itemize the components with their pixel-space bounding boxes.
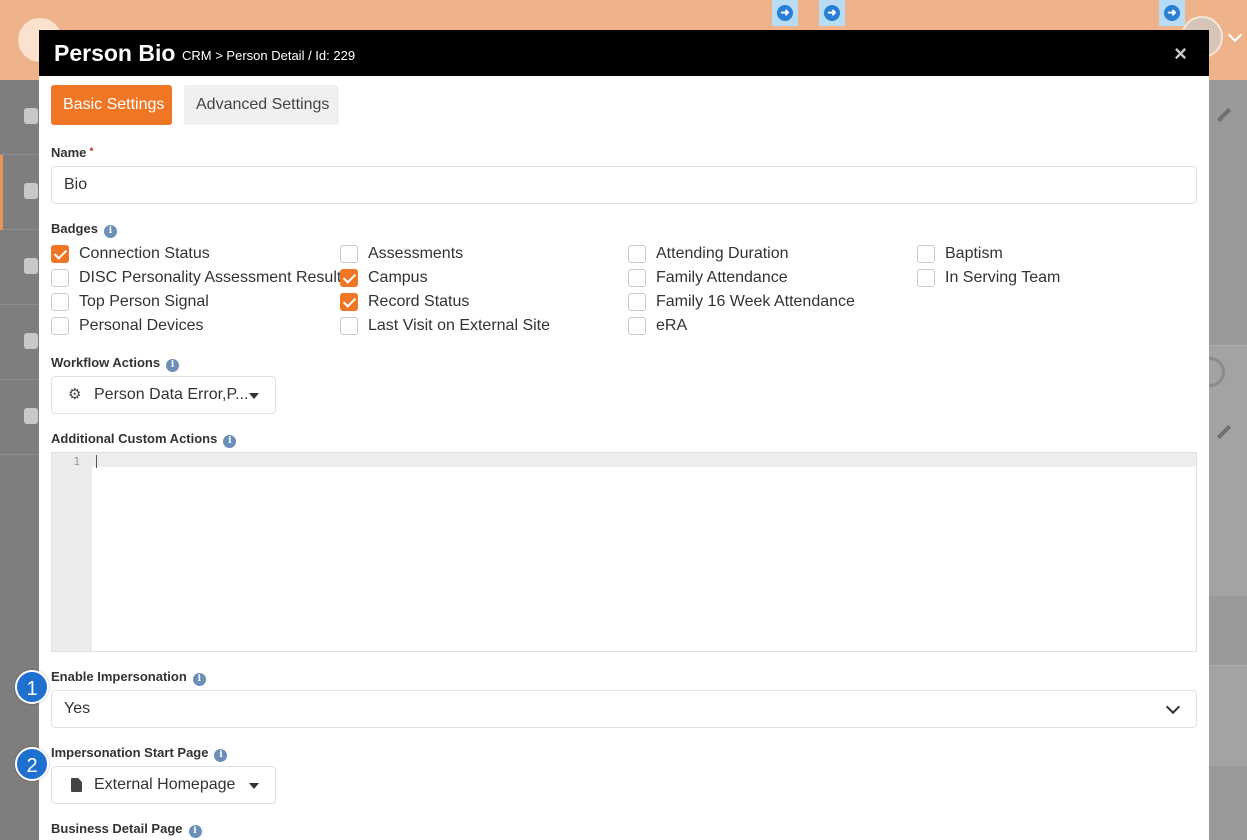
checkbox-label: Last Visit on External Site	[368, 317, 551, 334]
checkbox-label: eRA	[656, 317, 688, 334]
custom-actions-label: Additional Custom Actions i	[51, 431, 237, 448]
info-icon[interactable]: i	[192, 673, 206, 686]
checkbox-icon[interactable]	[917, 245, 935, 263]
name-input[interactable]: Bio	[51, 166, 1197, 204]
modal-header: Person Bio CRM > Person Detail / Id: 229…	[39, 30, 1209, 76]
checkbox-label: Family Attendance	[656, 269, 788, 286]
checkbox-icon[interactable]	[628, 245, 646, 263]
file-icon	[71, 778, 82, 792]
active-line-highlight	[92, 453, 1196, 467]
callout-badge-2: 2	[15, 747, 49, 781]
checkbox-icon[interactable]	[628, 293, 646, 311]
chevron-down-icon	[1165, 699, 1181, 715]
checkbox-icon[interactable]	[51, 317, 69, 335]
enable-impersonation-label: Enable Impersonation i	[51, 669, 206, 686]
code-editor[interactable]: 1	[51, 452, 1197, 652]
checkbox-label: DISC Personality Assessment Result	[79, 269, 342, 286]
checkbox-label: Connection Status	[79, 245, 210, 262]
checkbox-label: Attending Duration	[656, 245, 789, 262]
checkbox-icon[interactable]	[51, 269, 69, 287]
impersonation-start-page-label-text: Impersonation Start Page	[51, 745, 209, 760]
navigate-arrow-icon[interactable]: ➜	[1159, 0, 1185, 26]
badges-label: Badges i	[51, 221, 117, 238]
checkbox-icon[interactable]	[340, 269, 358, 287]
enable-impersonation-select[interactable]: Yes	[51, 690, 1197, 728]
checkbox-icon[interactable]	[628, 269, 646, 287]
info-icon[interactable]: i	[166, 359, 180, 372]
checkbox-label: Family 16 Week Attendance	[656, 293, 855, 310]
select-value: Yes	[64, 700, 91, 717]
info-icon[interactable]: i	[214, 749, 228, 762]
line-number: 1	[73, 455, 80, 468]
badges-label-text: Badges	[51, 221, 98, 236]
checkbox-icon[interactable]	[51, 293, 69, 311]
checkbox-icon[interactable]	[340, 245, 358, 263]
modal-breadcrumb: CRM > Person Detail / Id: 229	[182, 48, 356, 63]
tab-advanced-settings[interactable]: Advanced Settings	[184, 85, 339, 125]
workflow-actions-label: Workflow Actions i	[51, 355, 180, 372]
impersonation-start-page-picker[interactable]: External Homepage	[51, 766, 276, 804]
sidebar-item[interactable]	[0, 305, 40, 380]
workflow-actions-label-text: Workflow Actions	[51, 355, 161, 370]
close-icon[interactable]: ×	[1174, 41, 1187, 67]
sidebar-active-indicator	[0, 155, 3, 230]
tab-basic-settings[interactable]: Basic Settings	[51, 85, 172, 125]
name-label: Name •	[51, 142, 94, 160]
info-icon[interactable]: i	[103, 225, 117, 238]
checkbox-label: Top Person Signal	[79, 293, 209, 310]
info-icon[interactable]: i	[188, 825, 202, 838]
checkbox-label: Personal Devices	[79, 317, 204, 334]
enable-impersonation-label-text: Enable Impersonation	[51, 669, 187, 684]
checkbox-label: Record Status	[368, 293, 470, 310]
caret-down-icon	[249, 783, 259, 789]
checkbox-icon[interactable]	[51, 245, 69, 263]
info-icon[interactable]: i	[223, 435, 237, 448]
picker-value: External Homepage	[94, 776, 236, 793]
business-detail-page-label: Business Detail Page i	[51, 821, 202, 838]
checkbox-label: Baptism	[945, 245, 1003, 262]
checkbox-icon[interactable]	[340, 317, 358, 335]
checkbox-label: Assessments	[368, 245, 464, 262]
business-detail-page-label-text: Business Detail Page	[51, 821, 183, 836]
checkbox-icon[interactable]	[628, 317, 646, 335]
sidebar-item[interactable]	[0, 230, 40, 305]
checkbox-label: Campus	[368, 269, 428, 286]
modal-title: Person Bio	[54, 40, 176, 66]
picker-value: Person Data Error,P...	[94, 386, 249, 403]
checkbox-icon[interactable]	[917, 269, 935, 287]
workflow-actions-picker[interactable]: ⚙ Person Data Error,P...	[51, 376, 276, 414]
text-cursor	[96, 455, 97, 468]
gears-icon: ⚙	[68, 386, 82, 403]
callout-badge-1: 1	[15, 670, 49, 704]
custom-actions-label-text: Additional Custom Actions	[51, 431, 218, 446]
line-number-gutter: 1	[52, 453, 92, 651]
sidebar-item[interactable]	[0, 155, 40, 230]
sidebar-item[interactable]	[0, 80, 40, 155]
sidebar-item[interactable]	[0, 380, 40, 455]
navigate-arrow-icon[interactable]: ➜	[772, 0, 798, 26]
background-card	[1209, 665, 1247, 766]
checkbox-icon[interactable]	[340, 293, 358, 311]
name-label-text: Name	[51, 145, 87, 160]
checkbox-label: In Serving Team	[945, 269, 1061, 286]
block-settings-modal: Person Bio CRM > Person Detail / Id: 229…	[39, 30, 1209, 840]
caret-down-icon	[249, 393, 259, 399]
required-indicator: •	[89, 142, 94, 156]
navigate-arrow-icon[interactable]: ➜	[819, 0, 845, 26]
impersonation-start-page-label: Impersonation Start Page i	[51, 745, 228, 762]
